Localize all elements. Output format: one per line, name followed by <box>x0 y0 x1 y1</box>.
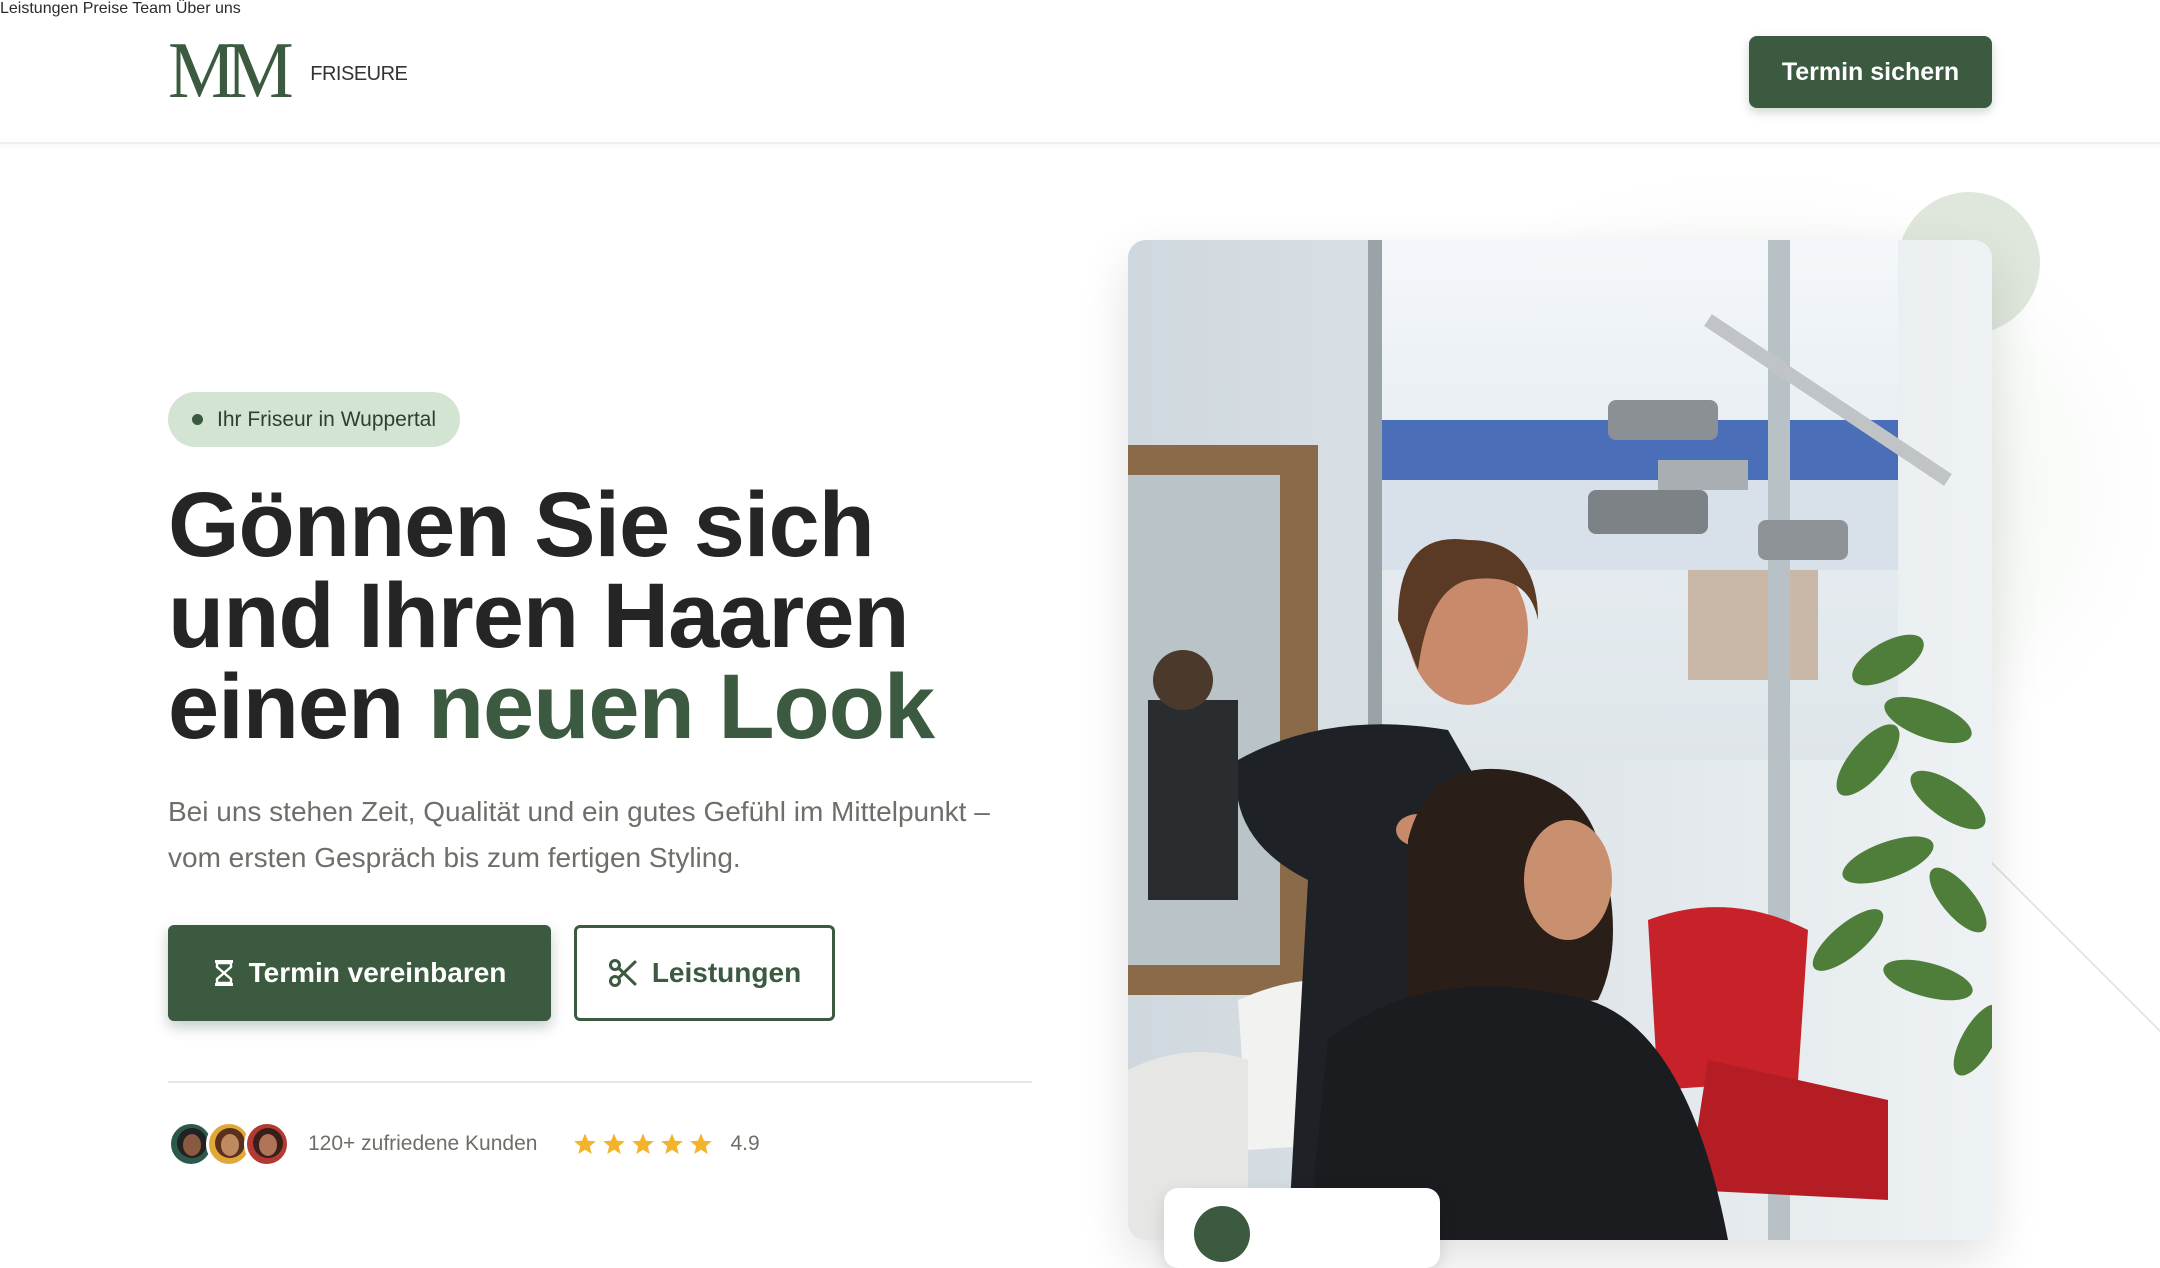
divider <box>168 1081 1032 1083</box>
hero-headline: Gönnen Sie sich und Ihren Haaren einen n… <box>168 479 1068 753</box>
info-card <box>1164 1188 1440 1268</box>
star-icon <box>661 1133 684 1154</box>
hourglass-icon <box>213 959 235 987</box>
termin-vereinbaren-label: Termin vereinbaren <box>248 957 507 988</box>
star-icon <box>632 1133 655 1154</box>
badge-dot <box>192 414 203 425</box>
social-proof: 120+ zufriedene Kunden 4.9 <box>168 1120 760 1168</box>
main-nav: Leistungen Preise Team Über uns <box>0 0 2160 18</box>
subtext-line-1: Bei uns stehen Zeit, Qualität und ein gu… <box>168 796 990 827</box>
leistungen-button-label: Leistungen <box>651 957 802 988</box>
headline-line-2: und Ihren Haaren <box>168 565 910 667</box>
rating-stars <box>573 1132 718 1156</box>
star-icon <box>603 1133 626 1154</box>
badge-label: Ihr Friseur in Wuppertal <box>217 407 437 431</box>
nav-item-ueber-uns[interactable]: Über uns <box>176 0 241 17</box>
site-header: MM FRISEURE Leistungen Preise Team Über … <box>0 0 2160 144</box>
termin-vereinbaren-button[interactable]: Termin vereinbaren <box>168 925 551 1021</box>
headline-line-1: Gönnen Sie sich <box>168 474 875 576</box>
headline-line-3: einen <box>168 656 428 758</box>
decorative-line <box>1989 860 2160 1046</box>
info-card-icon <box>1194 1206 1250 1262</box>
hero-photo <box>1128 240 1992 1240</box>
salon-photo-illustration <box>1128 240 1992 1240</box>
termin-sichern-button[interactable]: Termin sichern <box>1749 36 1992 108</box>
nav-item-leistungen[interactable]: Leistungen <box>0 0 78 17</box>
logo[interactable]: MM FRISEURE <box>168 27 408 115</box>
leistungen-button[interactable]: Leistungen <box>574 925 835 1021</box>
logo-text: FRISEURE <box>310 63 408 85</box>
rating-value: 4.9 <box>730 1132 760 1155</box>
subtext-line-2: vom ersten Gespräch bis zum fertigen Sty… <box>168 842 741 873</box>
logo-mark: MM <box>168 27 294 115</box>
nav-item-preise[interactable]: Preise <box>83 0 128 17</box>
customer-count: 120+ zufriedene Kunden <box>308 1132 538 1155</box>
hero-subtext: Bei uns stehen Zeit, Qualität und ein gu… <box>168 789 1048 881</box>
scissors-icon <box>608 958 638 988</box>
nav-item-team[interactable]: Team <box>132 0 171 17</box>
star-icon <box>690 1133 713 1154</box>
headline-accent: neuen Look <box>427 656 935 758</box>
star-icon <box>574 1133 597 1154</box>
avatar <box>244 1121 290 1167</box>
location-badge: Ihr Friseur in Wuppertal <box>168 392 461 447</box>
